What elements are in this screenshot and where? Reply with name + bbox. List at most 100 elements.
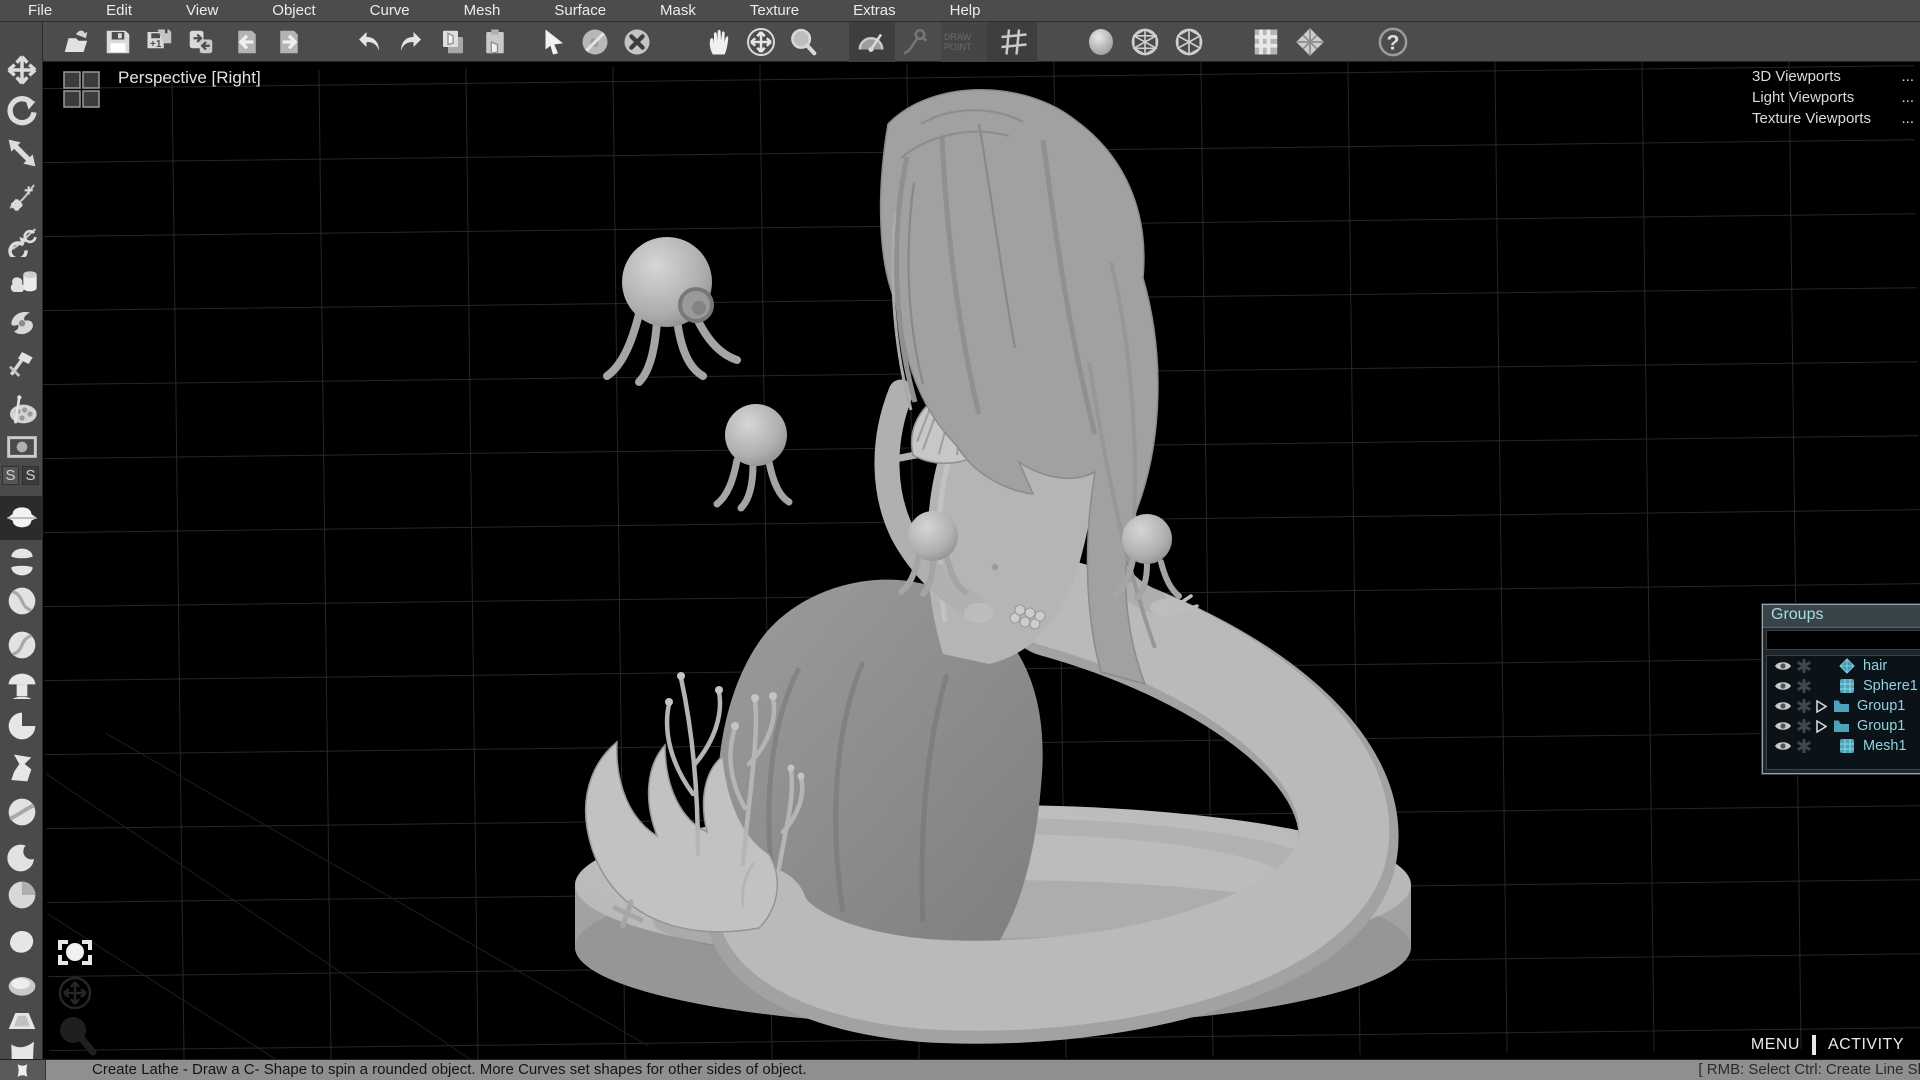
draw-point-button[interactable]: DRAW POINT — [941, 22, 987, 62]
mermaid-figurine-model — [575, 90, 1411, 1027]
group-row-hair[interactable]: hair — [1767, 656, 1920, 676]
activity-panel-toggle[interactable]: ACTIVITY — [1820, 1034, 1912, 1056]
lathe-shape-icon[interactable] — [0, 496, 43, 540]
groups-list: hair Sphere1 Group1 Group1 Mesh1 — [1766, 655, 1920, 770]
zoom-view-dim-icon[interactable] — [60, 1017, 93, 1052]
viewport-canvas — [43, 62, 1920, 1059]
shape-tab-s2[interactable]: S — [22, 466, 39, 485]
shade-wireframe-2-button[interactable] — [1171, 25, 1207, 59]
freeze-asterisk-icon[interactable] — [1794, 699, 1814, 713]
select-cursor-button[interactable] — [535, 25, 571, 59]
delete-button[interactable] — [619, 25, 655, 59]
sphere-cut-shape-icon[interactable] — [4, 708, 40, 744]
menu-panel-toggle[interactable]: MENU — [1743, 1034, 1808, 1056]
group-row-group1a[interactable]: Group1 — [1767, 696, 1920, 716]
menu-texture[interactable]: Texture — [740, 2, 809, 19]
menu-mask[interactable]: Mask — [650, 2, 706, 19]
visibility-eye-icon[interactable] — [1772, 660, 1794, 672]
menu-help[interactable]: Help — [940, 2, 991, 19]
quad-view-toggle-icon[interactable] — [62, 70, 102, 110]
swirl-blob-shape-icon[interactable] — [4, 794, 40, 830]
sheet-shape-icon[interactable] — [4, 1037, 40, 1059]
move-on-path-tool-icon[interactable] — [4, 179, 40, 215]
angle-protractor-button[interactable] — [853, 25, 889, 59]
menu-object[interactable]: Object — [262, 2, 325, 19]
shape-tab-s1[interactable]: S — [2, 466, 19, 485]
menu-surface[interactable]: Surface — [544, 2, 616, 19]
groups-panel-header[interactable]: Groups — [1763, 605, 1920, 628]
expand-caret-icon[interactable] — [1814, 700, 1829, 713]
move-tool-icon[interactable] — [4, 52, 40, 88]
ribbon-shape-icon[interactable] — [4, 750, 40, 786]
moon-blob-shape-icon[interactable] — [4, 840, 40, 876]
tools-hammer-icon[interactable] — [4, 346, 40, 382]
freeze-asterisk-icon[interactable] — [1794, 719, 1814, 733]
menu-bar: File Edit View Object Curve Mesh Surface… — [0, 0, 1920, 22]
visibility-eye-icon[interactable] — [1772, 700, 1794, 712]
mirror-diamond-button[interactable] — [1292, 25, 1328, 59]
folder-icon — [1831, 719, 1851, 733]
viewport-menu-3d[interactable]: 3D Viewports ... — [1742, 66, 1918, 87]
disc-shape-icon[interactable] — [4, 967, 40, 1003]
paste-button[interactable] — [477, 25, 513, 59]
freeze-asterisk-icon[interactable] — [1794, 679, 1814, 693]
freeze-asterisk-icon[interactable] — [1794, 739, 1814, 753]
swirl-sphere-2-shape-icon[interactable] — [4, 627, 40, 663]
help-button[interactable]: ? — [1375, 25, 1411, 59]
shade-smooth-button[interactable] — [1083, 25, 1119, 59]
visibility-eye-icon[interactable] — [1772, 720, 1794, 732]
import-export-button[interactable] — [183, 25, 219, 59]
forward-button[interactable] — [271, 25, 307, 59]
undo-button[interactable] — [351, 25, 387, 59]
pan-hand-button[interactable] — [701, 25, 737, 59]
folder-icon — [1831, 699, 1851, 713]
freeze-asterisk-icon[interactable] — [1794, 659, 1814, 673]
blob-shape-icon[interactable] — [4, 923, 40, 959]
menu-extras[interactable]: Extras — [843, 2, 906, 19]
orbit-view-icon[interactable] — [60, 978, 90, 1008]
focus-center-icon[interactable] — [58, 940, 92, 965]
redo-button[interactable] — [393, 25, 429, 59]
scale-tool-icon[interactable] — [4, 135, 40, 171]
group-row-sphere1[interactable]: Sphere1 — [1767, 676, 1920, 696]
open-button[interactable] — [58, 25, 94, 59]
swirl-sphere-shape-icon[interactable] — [4, 583, 40, 619]
group-row-group1b[interactable]: Group1 — [1767, 716, 1920, 736]
mushroom-shape-icon[interactable] — [4, 669, 40, 705]
viewport-menu-texture[interactable]: Texture Viewports ... — [1742, 108, 1918, 129]
visibility-eye-icon[interactable] — [1772, 740, 1794, 752]
3d-viewport[interactable]: Perspective [Right] 3D Viewports ... Lig… — [43, 62, 1920, 1059]
move-view-button[interactable] — [743, 25, 779, 59]
sphere-stack-shape-icon[interactable] — [4, 544, 40, 580]
select-marquee-icon[interactable] — [4, 429, 40, 465]
sculpt-tool-icon[interactable] — [4, 304, 40, 340]
group-row-mesh1[interactable]: Mesh1 — [1767, 736, 1920, 756]
viewport-menu-light[interactable]: Light Viewports ... — [1742, 87, 1918, 108]
menu-edit[interactable]: Edit — [96, 2, 142, 19]
rotate-tool-icon[interactable] — [4, 93, 40, 129]
trapezoid-shape-icon[interactable] — [4, 1003, 40, 1039]
hide-restrict-button[interactable] — [577, 25, 613, 59]
menu-mesh[interactable]: Mesh — [454, 2, 511, 19]
grid-snap-button[interactable] — [996, 25, 1032, 59]
moon-blob-2-shape-icon[interactable] — [4, 877, 40, 913]
uv-grid-button[interactable] — [1248, 25, 1284, 59]
groups-search-input[interactable] — [1766, 630, 1920, 650]
group-item-label: Mesh1 — [1863, 738, 1907, 754]
back-button[interactable] — [229, 25, 265, 59]
save-increment-button[interactable]: +1 — [142, 25, 178, 59]
paint-palette-icon[interactable] — [4, 392, 40, 428]
menu-view[interactable]: View — [176, 2, 228, 19]
save-button[interactable] — [100, 25, 136, 59]
rotate-on-path-tool-icon[interactable] — [4, 223, 40, 259]
panel-divider[interactable] — [1812, 1035, 1816, 1055]
primitives-tool-icon[interactable] — [4, 262, 40, 298]
menu-file[interactable]: File — [18, 2, 62, 19]
visibility-eye-icon[interactable] — [1772, 680, 1794, 692]
expand-caret-icon[interactable] — [1814, 720, 1829, 733]
menu-curve[interactable]: Curve — [360, 2, 420, 19]
shade-wireframe-button[interactable] — [1127, 25, 1163, 59]
copy-button[interactable] — [435, 25, 471, 59]
zoom-view-button[interactable] — [785, 25, 821, 59]
point-on-curve-button[interactable] — [897, 25, 933, 59]
